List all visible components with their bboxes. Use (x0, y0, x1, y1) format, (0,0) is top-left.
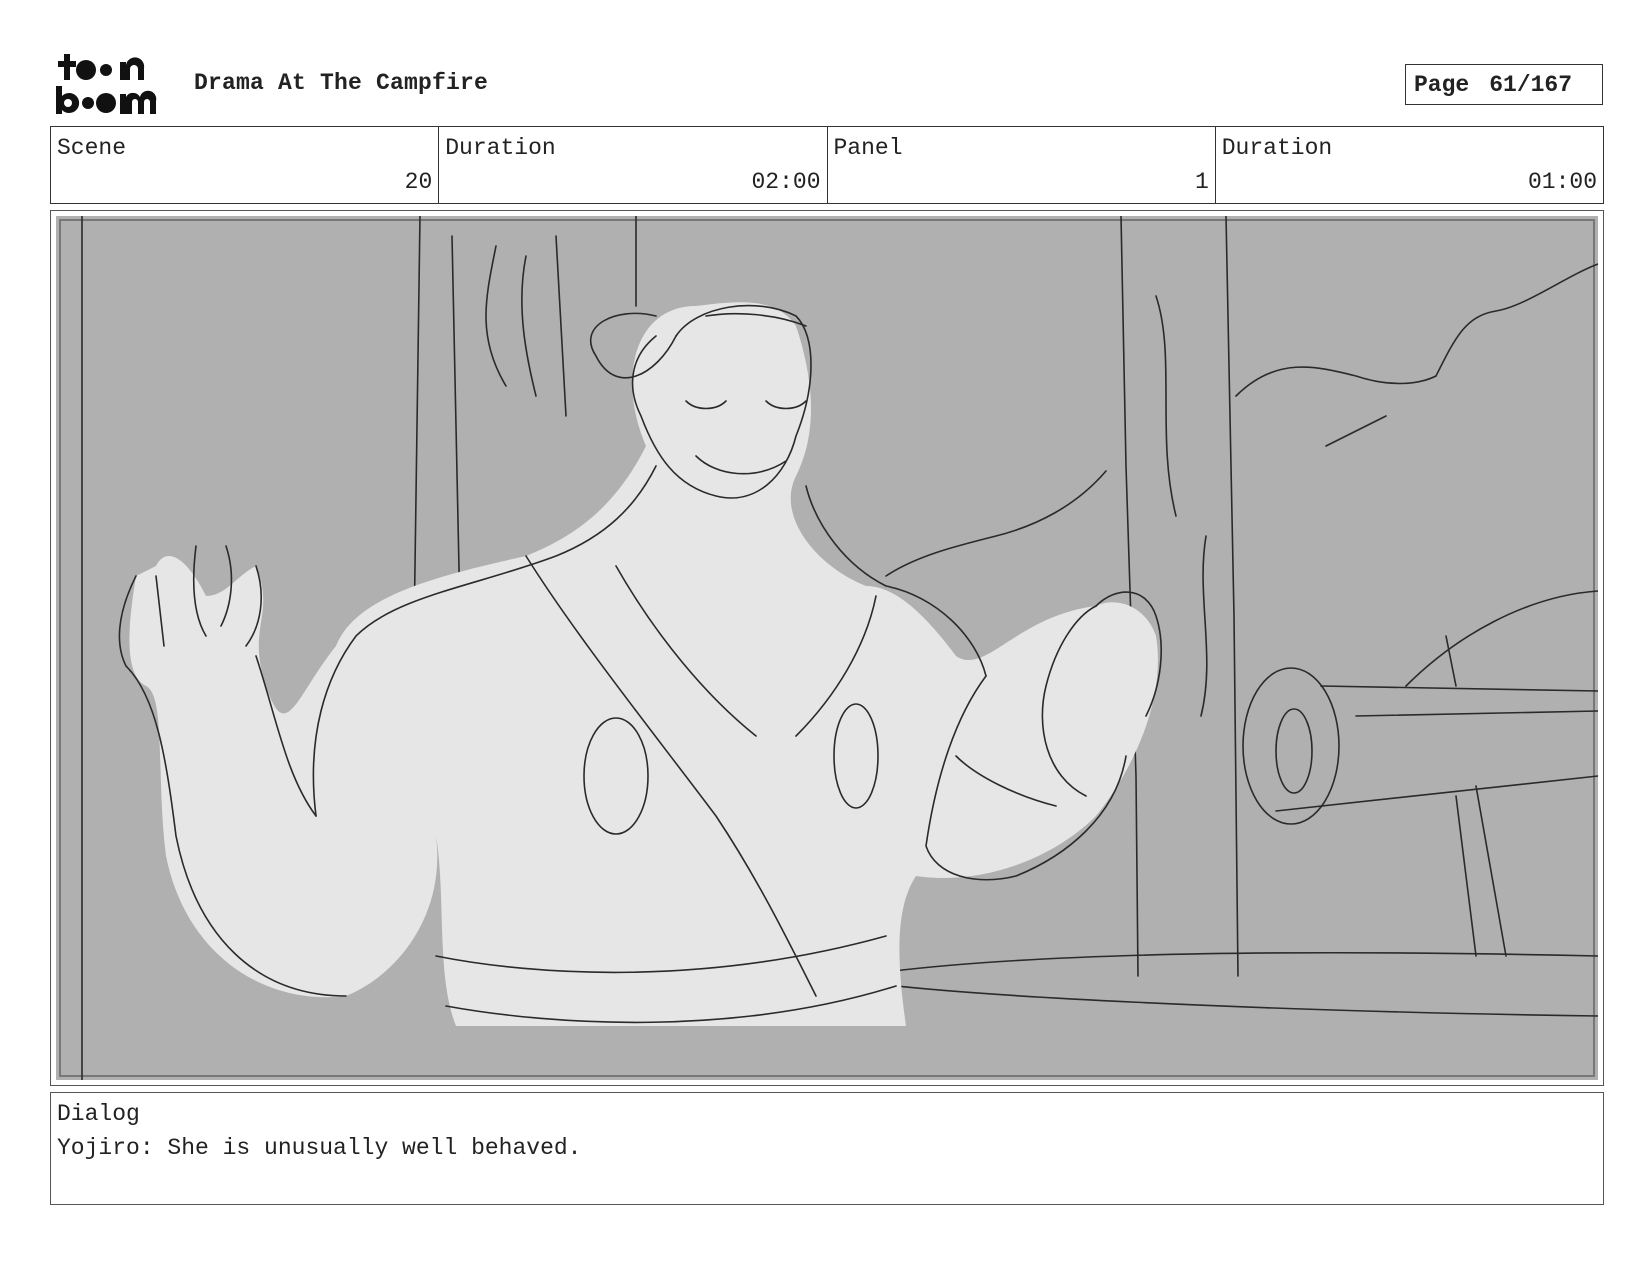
scene-duration-label: Duration (445, 135, 556, 161)
scene-value: 20 (404, 169, 433, 195)
page-indicator: Page 61/167 (1405, 64, 1603, 105)
toonboom-logo (54, 52, 170, 116)
storyboard-panel-frame (50, 210, 1604, 1086)
document-title: Drama At The Campfire (194, 70, 489, 96)
page-label: Page (1414, 71, 1470, 98)
storyboard-drawing (56, 216, 1598, 1080)
panel-value: 1 (1194, 169, 1209, 195)
scene-info-row: Scene 20 Duration 02:00 Panel 1 Duration… (50, 126, 1604, 204)
panel-label: Panel (833, 135, 903, 161)
scene-duration-cell: Duration 02:00 (439, 127, 828, 203)
panel-cell: Panel 1 (828, 127, 1216, 203)
dialog-box: Dialog Yojiro: She is unusually well beh… (50, 1092, 1604, 1205)
page-number: 61/167 (1489, 71, 1573, 98)
panel-duration-value: 01:00 (1527, 169, 1597, 195)
panel-duration-label: Duration (1221, 135, 1333, 161)
dialog-label: Dialog (57, 1101, 140, 1127)
dialog-text: Yojiro: She is unusually well behaved. (57, 1135, 582, 1161)
scene-cell: Scene 20 (51, 127, 440, 203)
scene-duration-value: 02:00 (751, 169, 821, 195)
panel-duration-cell: Duration 01:00 (1216, 127, 1603, 203)
scene-label: Scene (57, 135, 127, 161)
